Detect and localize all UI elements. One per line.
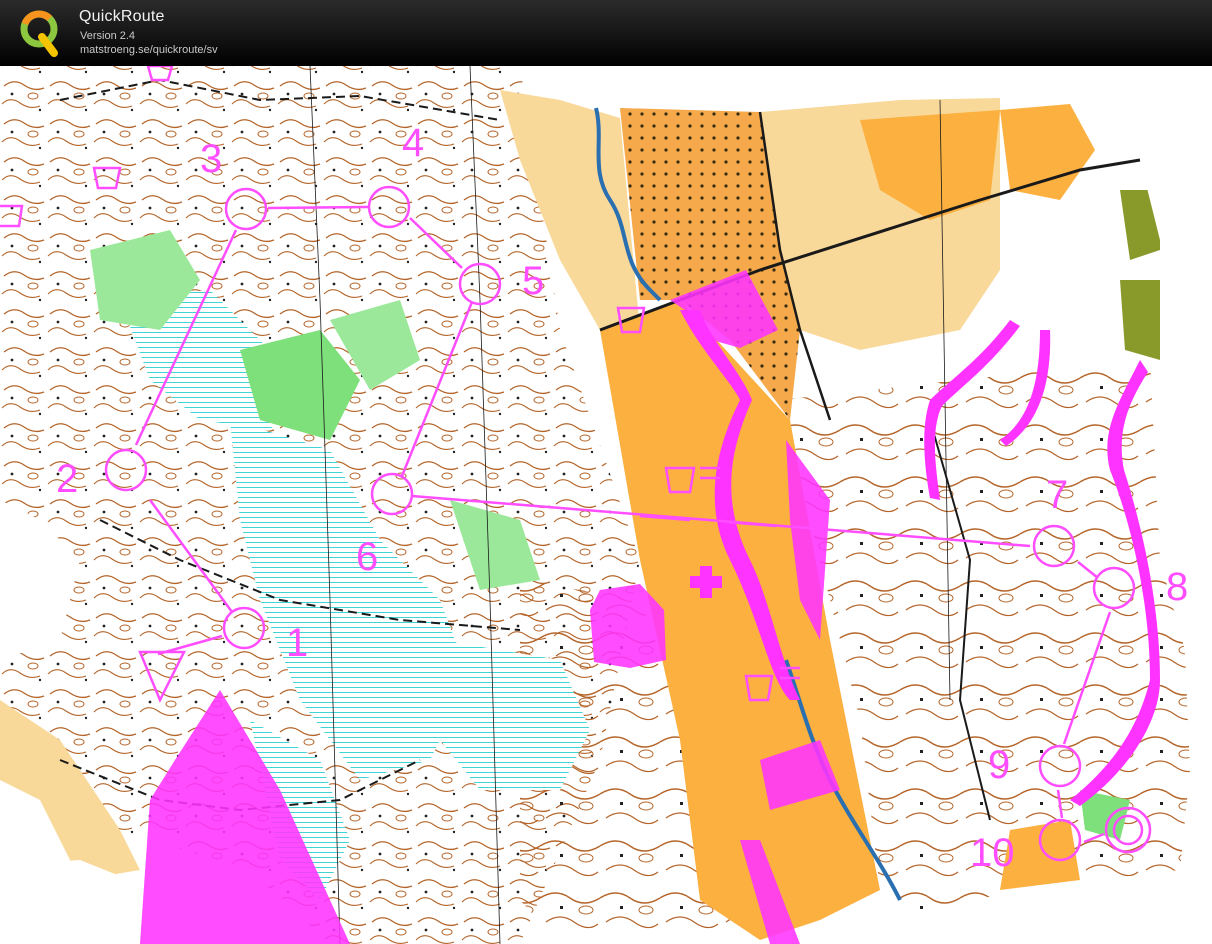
control-label-5: 5 bbox=[522, 259, 544, 303]
control-label-2: 2 bbox=[56, 457, 78, 501]
control-label-10: 10 bbox=[970, 831, 1015, 875]
app-version: Version 2.4 bbox=[80, 30, 136, 42]
control-label-6: 6 bbox=[356, 535, 378, 579]
app-url-link[interactable]: matstroeng.se/quickroute/sv bbox=[80, 44, 218, 56]
control-label-4: 4 bbox=[402, 121, 424, 165]
orienteering-map[interactable]: 1 2 3 4 5 6 7 8 9 10 bbox=[0, 66, 1212, 944]
quickroute-logo-icon bbox=[20, 10, 58, 57]
title-bar: QuickRoute Version 2.4 matstroeng.se/qui… bbox=[0, 0, 1212, 66]
control-label-1: 1 bbox=[286, 621, 308, 665]
control-label-3: 3 bbox=[200, 137, 222, 181]
control-label-8: 8 bbox=[1166, 565, 1188, 609]
app-title: QuickRoute bbox=[79, 8, 165, 25]
map-drawing: 1 2 3 4 5 6 7 8 9 10 bbox=[0, 66, 1212, 944]
control-label-7: 7 bbox=[1046, 473, 1068, 517]
control-label-9: 9 bbox=[988, 743, 1010, 787]
olive-area-2 bbox=[1120, 280, 1160, 360]
